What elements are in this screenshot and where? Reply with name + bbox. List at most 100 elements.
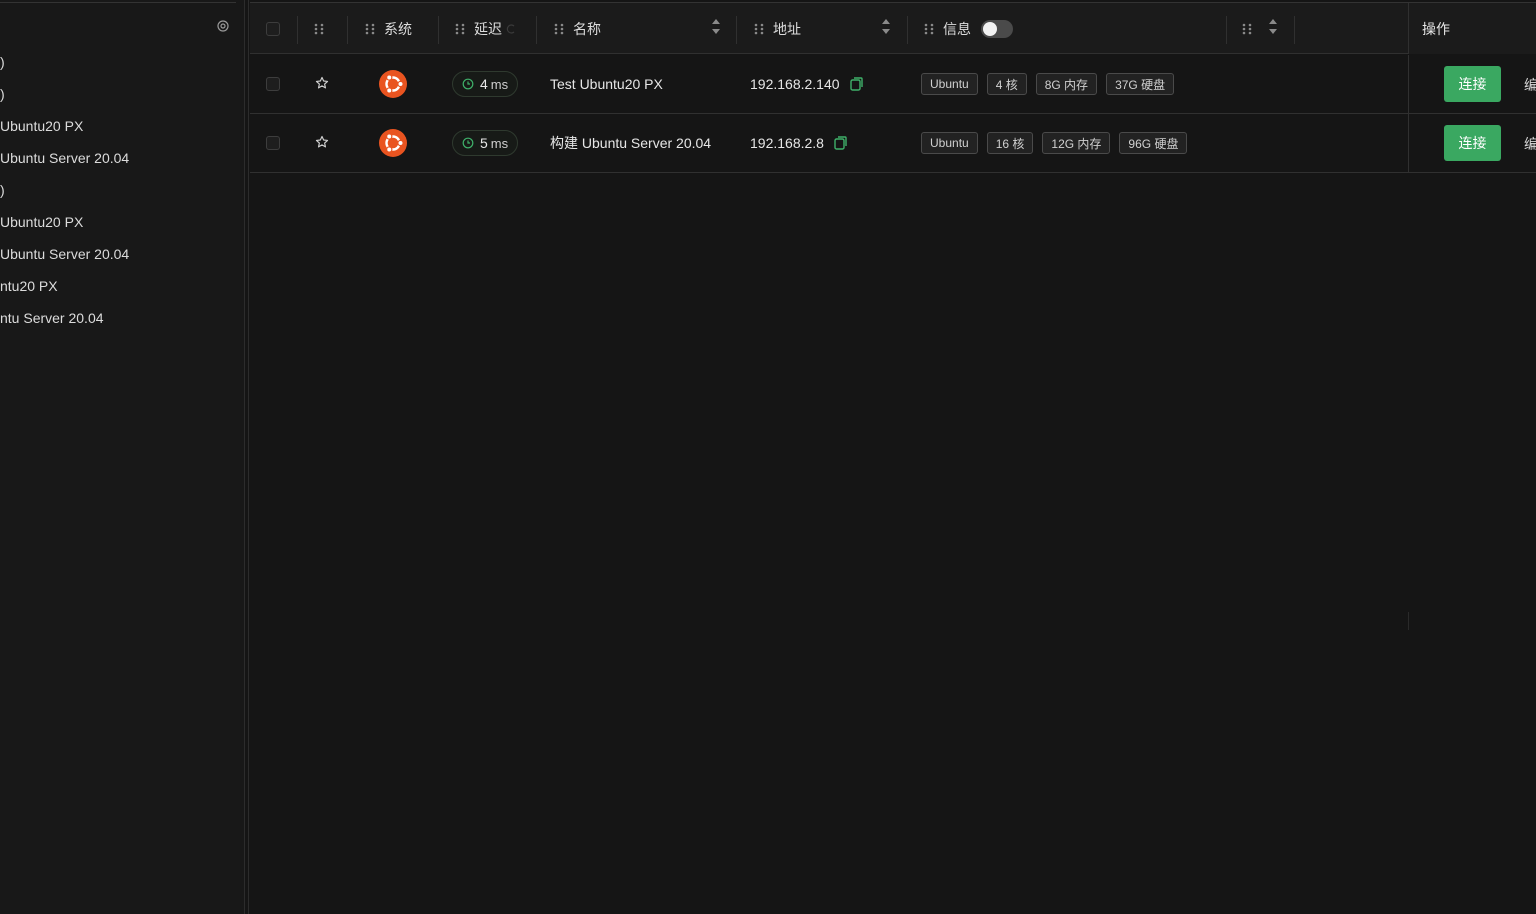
sidebar-item[interactable]: ) xyxy=(0,174,240,206)
column-title-system: 系统 xyxy=(384,20,412,37)
select-all-cell xyxy=(266,3,280,54)
edit-button[interactable]: 编 xyxy=(1524,75,1536,95)
favorite-cell xyxy=(315,55,329,113)
sidebar-item[interactable]: Ubuntu20 PX xyxy=(0,110,240,142)
sort-icon[interactable] xyxy=(711,18,721,35)
edit-button[interactable]: 编 xyxy=(1524,134,1536,154)
info-toggle[interactable] xyxy=(981,19,1013,38)
column-divider xyxy=(347,16,348,44)
connect-button[interactable]: 连接 xyxy=(1444,125,1501,161)
settings-icon[interactable] xyxy=(216,19,230,33)
sidebar-item[interactable]: Ubuntu20 PX xyxy=(0,206,240,238)
row-select-cell xyxy=(266,114,280,172)
sidebar-list: ) ) Ubuntu20 PX Ubuntu Server 20.04 ) Ub… xyxy=(0,46,240,334)
drag-handle-icon[interactable] xyxy=(553,22,565,36)
latency-unit: ms xyxy=(490,135,509,151)
host-address: 192.168.2.140 xyxy=(750,76,840,92)
memory-tag: 8G 内存 xyxy=(1035,73,1098,95)
drag-handle-icon[interactable] xyxy=(313,22,325,36)
operations-cell: 连接 编 xyxy=(1408,55,1536,113)
ubuntu-icon xyxy=(379,70,407,98)
drag-handle-icon[interactable] xyxy=(364,22,376,36)
ubuntu-icon xyxy=(379,129,407,157)
address-cell: 192.168.2.8 xyxy=(750,114,847,172)
address-cell: 192.168.2.140 xyxy=(750,55,863,113)
table-row[interactable]: 4 ms Test Ubuntu20 PX 192.168.2.140 Ubun… xyxy=(250,55,1536,114)
info-column-header[interactable]: 信息 xyxy=(923,3,1013,54)
toggle-knob xyxy=(983,21,997,36)
host-table: 系统 延迟 名称 地址 信息 操作 4 ms Test Ubuntu20 PX … xyxy=(250,0,1536,914)
connect-button[interactable]: 连接 xyxy=(1444,66,1501,102)
drag-handle-icon[interactable] xyxy=(753,22,765,36)
latency-badge: 5 ms xyxy=(452,130,519,156)
column-title-operations: 操作 xyxy=(1422,20,1450,37)
column-divider xyxy=(1226,16,1227,44)
favorite-cell xyxy=(315,114,329,172)
host-address: 192.168.2.8 xyxy=(750,135,824,151)
column-title-address: 地址 xyxy=(773,20,801,37)
latency-cell: 4 ms xyxy=(452,55,519,113)
sort-icon[interactable] xyxy=(1268,18,1278,35)
system-column-header[interactable]: 系统 xyxy=(364,3,412,54)
column-resize-guide xyxy=(1408,612,1409,630)
table-header: 系统 延迟 名称 地址 信息 xyxy=(250,3,1536,54)
refresh-icon[interactable] xyxy=(506,23,516,35)
cpu-tag: 16 核 xyxy=(986,132,1034,154)
star-icon[interactable] xyxy=(315,76,329,93)
drag-handle-icon[interactable] xyxy=(923,22,935,36)
clock-icon xyxy=(462,137,474,149)
column-divider xyxy=(297,16,298,44)
column-divider xyxy=(736,16,737,44)
sidebar-item[interactable]: Ubuntu Server 20.04 xyxy=(0,142,240,174)
latency-cell: 5 ms xyxy=(452,114,519,172)
column-divider xyxy=(907,16,908,44)
os-tag: Ubuntu xyxy=(921,73,978,95)
extra-column-header[interactable] xyxy=(1241,3,1253,54)
column-title-name: 名称 xyxy=(573,20,601,37)
table-row[interactable]: 5 ms 构建 Ubuntu Server 20.04 192.168.2.8 … xyxy=(250,114,1536,173)
latency-value: 4 xyxy=(480,76,488,92)
memory-tag: 12G 内存 xyxy=(1042,132,1111,154)
favorite-column-header xyxy=(313,3,325,54)
panel-divider[interactable] xyxy=(244,0,245,914)
name-column-header[interactable]: 名称 xyxy=(553,3,601,54)
drag-handle-icon[interactable] xyxy=(1241,22,1253,36)
copy-icon[interactable] xyxy=(849,77,863,91)
name-cell: 构建 Ubuntu Server 20.04 xyxy=(550,114,711,172)
address-column-header[interactable]: 地址 xyxy=(753,3,801,54)
column-title-latency: 延迟 xyxy=(474,20,502,37)
latency-unit: ms xyxy=(490,76,509,92)
host-name: 构建 Ubuntu Server 20.04 xyxy=(550,135,712,151)
latency-column-header[interactable]: 延迟 xyxy=(454,3,516,54)
column-divider xyxy=(1294,16,1295,44)
cpu-tag: 4 核 xyxy=(986,73,1027,95)
sort-icon[interactable] xyxy=(881,18,891,35)
sidebar-item[interactable]: ntu20 PX xyxy=(0,270,240,302)
operations-column-header: 操作 xyxy=(1408,3,1536,54)
info-cell: Ubuntu 4 核 8G 内存 37G 硬盘 xyxy=(921,55,1183,113)
sidebar-item[interactable]: ntu Server 20.04 xyxy=(0,302,240,334)
disk-tag: 37G 硬盘 xyxy=(1106,73,1175,95)
sidebar: ) ) Ubuntu20 PX Ubuntu Server 20.04 ) Ub… xyxy=(0,0,244,914)
row-checkbox[interactable] xyxy=(266,77,280,91)
column-divider xyxy=(536,16,537,44)
copy-icon[interactable] xyxy=(834,136,847,150)
sidebar-item[interactable]: ) xyxy=(0,78,240,110)
star-icon[interactable] xyxy=(315,135,329,152)
sidebar-item[interactable]: Ubuntu Server 20.04 xyxy=(0,238,240,270)
column-title-info: 信息 xyxy=(943,20,971,37)
sidebar-divider xyxy=(0,2,236,3)
operations-cell: 连接 编 xyxy=(1408,114,1536,172)
host-name: Test Ubuntu20 PX xyxy=(550,76,663,92)
latency-badge: 4 ms xyxy=(452,71,519,97)
system-cell xyxy=(379,114,407,172)
select-all-checkbox[interactable] xyxy=(266,21,280,36)
disk-tag: 96G 硬盘 xyxy=(1119,132,1188,154)
name-cell: Test Ubuntu20 PX xyxy=(550,55,663,113)
drag-handle-icon[interactable] xyxy=(454,22,466,36)
info-cell: Ubuntu 16 核 12G 内存 96G 硬盘 xyxy=(921,114,1196,172)
system-cell xyxy=(379,55,407,113)
row-checkbox[interactable] xyxy=(266,136,280,150)
sidebar-item[interactable]: ) xyxy=(0,46,240,78)
clock-icon xyxy=(462,78,474,90)
